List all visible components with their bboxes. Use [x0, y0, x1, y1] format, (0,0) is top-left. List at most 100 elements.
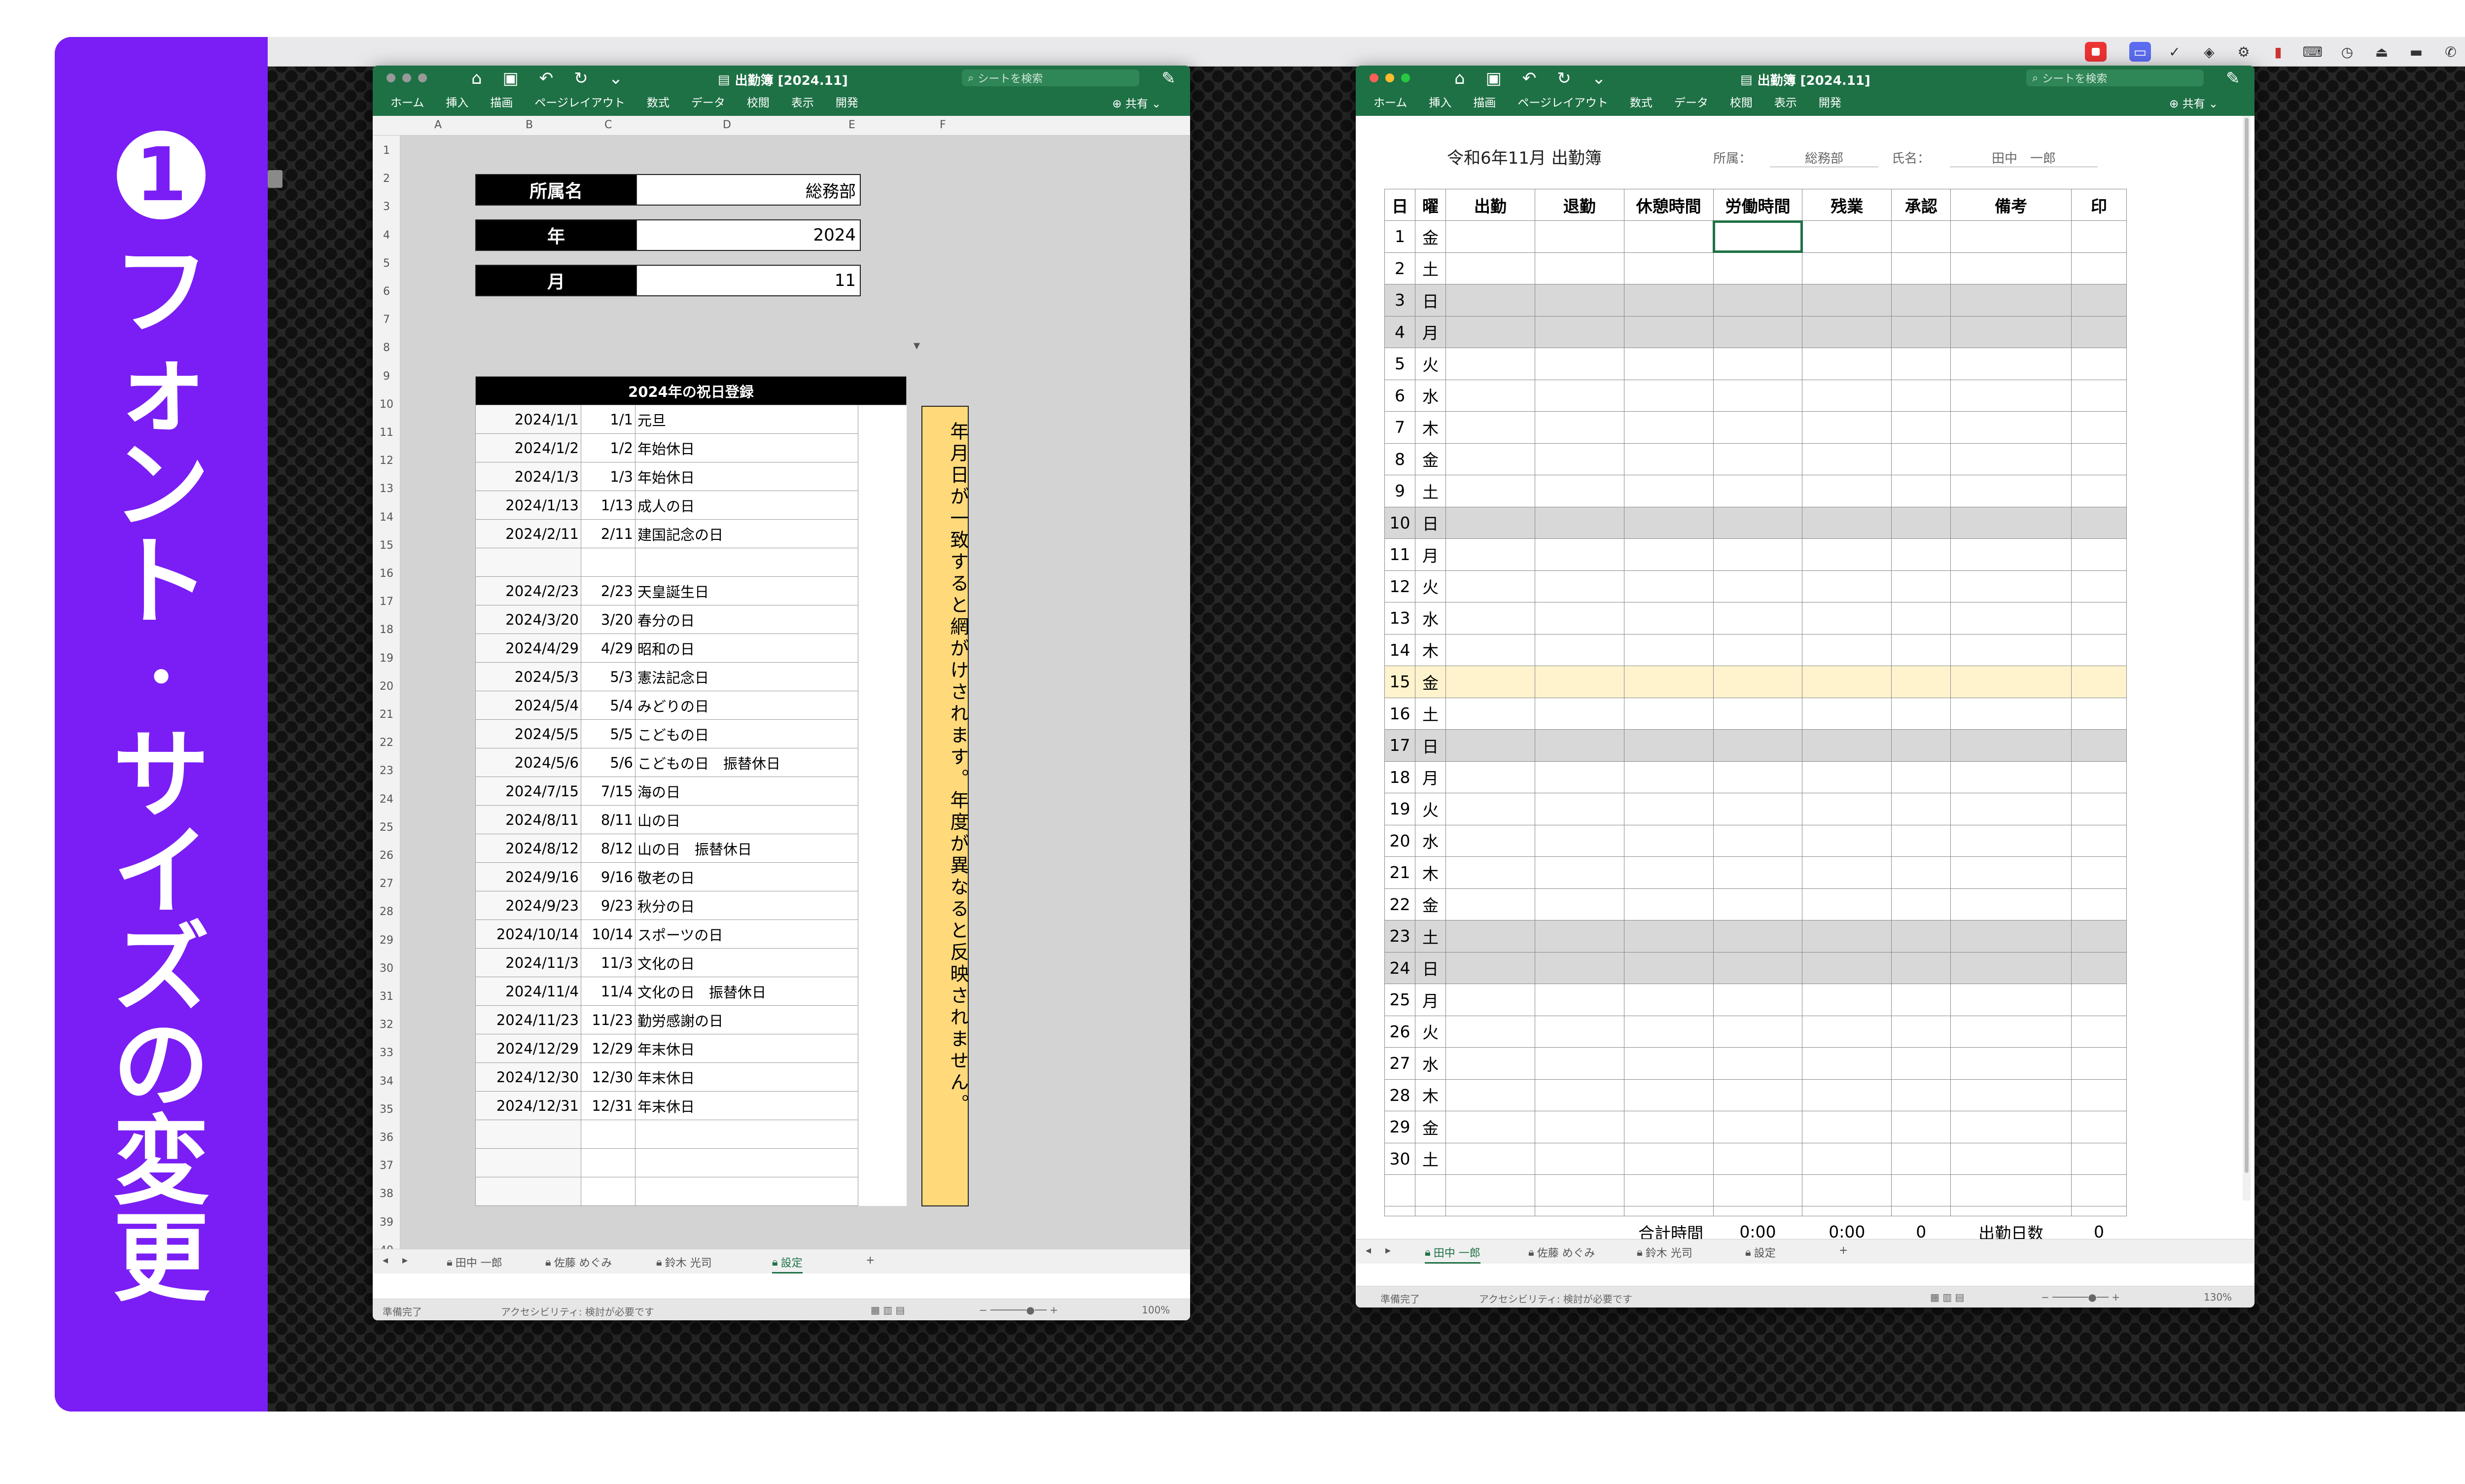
- holiday-name[interactable]: スポーツの日: [635, 919, 858, 949]
- holiday-name[interactable]: 昭和の日: [635, 634, 858, 663]
- ribbon-tab[interactable]: 数式: [1630, 93, 1653, 110]
- attendance-cell[interactable]: [1891, 793, 1951, 825]
- holiday-date[interactable]: 2024/1/3: [475, 462, 581, 491]
- row-header[interactable]: 3: [373, 201, 400, 213]
- view-normal-icon[interactable]: ▦ ▥ ▤: [871, 1304, 905, 1316]
- attendance-cell[interactable]: [1713, 252, 1803, 284]
- holiday-date[interactable]: 2024/5/4: [475, 691, 581, 720]
- setting-value[interactable]: 11: [636, 265, 861, 296]
- attendance-cell[interactable]: [1802, 666, 1892, 698]
- attendance-cell[interactable]: [1950, 1079, 2072, 1111]
- row-header[interactable]: 28: [373, 906, 400, 918]
- attendance-cell[interactable]: [1534, 888, 1624, 920]
- attendance-cell[interactable]: [1445, 570, 1535, 602]
- attendance-cell[interactable]: [1802, 284, 1892, 317]
- keyboard-icon[interactable]: ⌨: [2302, 42, 2324, 62]
- attendance-cell[interactable]: [1445, 252, 1535, 284]
- holiday-name[interactable]: 天皇誕生日: [635, 576, 858, 605]
- holiday-date[interactable]: 2024/2/11: [475, 519, 581, 548]
- attendance-cell[interactable]: [1891, 1111, 1951, 1143]
- attendance-cell[interactable]: [1713, 697, 1803, 730]
- attendance-cell[interactable]: [1445, 379, 1535, 412]
- attendance-cell[interactable]: [1891, 697, 1951, 730]
- attendance-cell[interactable]: [1802, 984, 1892, 1016]
- attendance-cell[interactable]: [1445, 1079, 1535, 1111]
- row-header[interactable]: 26: [373, 849, 400, 862]
- holiday-date[interactable]: 2024/9/23: [475, 891, 581, 920]
- ribbon-tab[interactable]: 数式: [647, 93, 669, 110]
- attendance-cell[interactable]: [1713, 761, 1803, 793]
- attendance-cell[interactable]: [1802, 729, 1892, 762]
- holiday-name[interactable]: 秋分の日: [635, 891, 858, 920]
- attendance-cell[interactable]: [1534, 634, 1624, 666]
- attendance-cell[interactable]: [2071, 602, 2127, 635]
- attendance-cell[interactable]: [1534, 761, 1624, 793]
- attendance-cell[interactable]: [1891, 1015, 1951, 1048]
- attendance-cell[interactable]: [1950, 697, 2072, 730]
- attendance-cell[interactable]: [1445, 220, 1535, 253]
- holiday-name[interactable]: 春分の日: [635, 605, 858, 634]
- holiday-name[interactable]: [635, 1177, 858, 1206]
- ribbon-tab[interactable]: ホーム: [1373, 93, 1407, 110]
- attendance-cell[interactable]: [1445, 475, 1535, 507]
- row-header[interactable]: 31: [373, 990, 400, 1003]
- attendance-cell[interactable]: [1623, 443, 1714, 475]
- attendance-cell[interactable]: [1534, 538, 1624, 571]
- holiday-name[interactable]: 海の日: [635, 777, 858, 806]
- attendance-cell[interactable]: [2071, 1079, 2127, 1111]
- attendance-cell[interactable]: [1713, 475, 1803, 507]
- attendance-cell[interactable]: [1445, 984, 1535, 1016]
- attendance-cell[interactable]: [1802, 602, 1892, 635]
- attendance-cell[interactable]: [1950, 824, 2072, 857]
- attendance-cell[interactable]: [1713, 316, 1803, 348]
- attendance-cell[interactable]: [1445, 443, 1535, 475]
- attendance-cell[interactable]: [1623, 1015, 1714, 1048]
- holiday-name[interactable]: みどりの日: [635, 691, 858, 720]
- attendance-cell[interactable]: [1950, 475, 2072, 507]
- sheet-tab[interactable]: 🔒︎ 鈴木 光司: [1637, 1244, 1692, 1260]
- attendance-cell[interactable]: [1891, 379, 1951, 412]
- attendance-cell[interactable]: [1950, 252, 2072, 284]
- attendance-cell[interactable]: [1891, 252, 1951, 284]
- screen-icon[interactable]: ▭: [2129, 42, 2151, 62]
- attendance-cell[interactable]: [2071, 443, 2127, 475]
- zoom-slider[interactable]: − ──────●── +: [2041, 1291, 2120, 1303]
- attendance-cell[interactable]: [2071, 920, 2127, 953]
- row-header[interactable]: 23: [373, 765, 400, 777]
- holiday-date[interactable]: 2024/9/16: [475, 862, 581, 891]
- attendance-cell[interactable]: [1802, 1015, 1892, 1048]
- holiday-name[interactable]: 成人の日: [635, 491, 858, 520]
- attendance-cell[interactable]: [1891, 506, 1951, 539]
- attendance-cell[interactable]: [1534, 475, 1624, 507]
- attendance-cell[interactable]: [1950, 666, 2072, 698]
- attendance-cell[interactable]: [1802, 952, 1892, 984]
- holiday-date[interactable]: 2024/1/13: [475, 491, 581, 520]
- attendance-cell[interactable]: [1623, 506, 1714, 539]
- attendance-cell[interactable]: [2071, 1142, 2127, 1175]
- holiday-name[interactable]: こどもの日: [635, 719, 858, 748]
- ribbon-tab[interactable]: 挿入: [446, 93, 468, 110]
- ribbon-tab[interactable]: データ: [1674, 93, 1708, 110]
- column-header[interactable]: B: [526, 119, 533, 131]
- attendance-cell[interactable]: [1802, 824, 1892, 857]
- attendance-cell[interactable]: [2071, 984, 2127, 1016]
- holiday-date[interactable]: 2024/7/15: [475, 777, 581, 806]
- holiday-md[interactable]: 8/12: [581, 834, 635, 863]
- ribbon-tab[interactable]: 開発: [1819, 93, 1841, 110]
- attendance-cell[interactable]: [1950, 220, 2072, 253]
- attendance-cell[interactable]: [1534, 252, 1624, 284]
- clock-icon[interactable]: ◷: [2336, 42, 2358, 62]
- holiday-name[interactable]: こどもの日 振替休日: [635, 748, 858, 777]
- attendance-cell[interactable]: [1623, 1111, 1714, 1143]
- attendance-cell[interactable]: [1950, 284, 2072, 317]
- holiday-name[interactable]: [635, 548, 858, 577]
- attendance-cell[interactable]: [1445, 761, 1535, 793]
- column-header[interactable]: A: [434, 119, 442, 131]
- holiday-md[interactable]: 11/23: [581, 1005, 635, 1034]
- holiday-md[interactable]: [581, 1177, 635, 1206]
- attendance-cell[interactable]: [1950, 984, 2072, 1016]
- row-header[interactable]: 5: [373, 257, 400, 270]
- attendance-cell[interactable]: [1950, 570, 2072, 602]
- setting-value[interactable]: 総務部: [636, 174, 861, 206]
- attendance-cell[interactable]: [1534, 697, 1624, 730]
